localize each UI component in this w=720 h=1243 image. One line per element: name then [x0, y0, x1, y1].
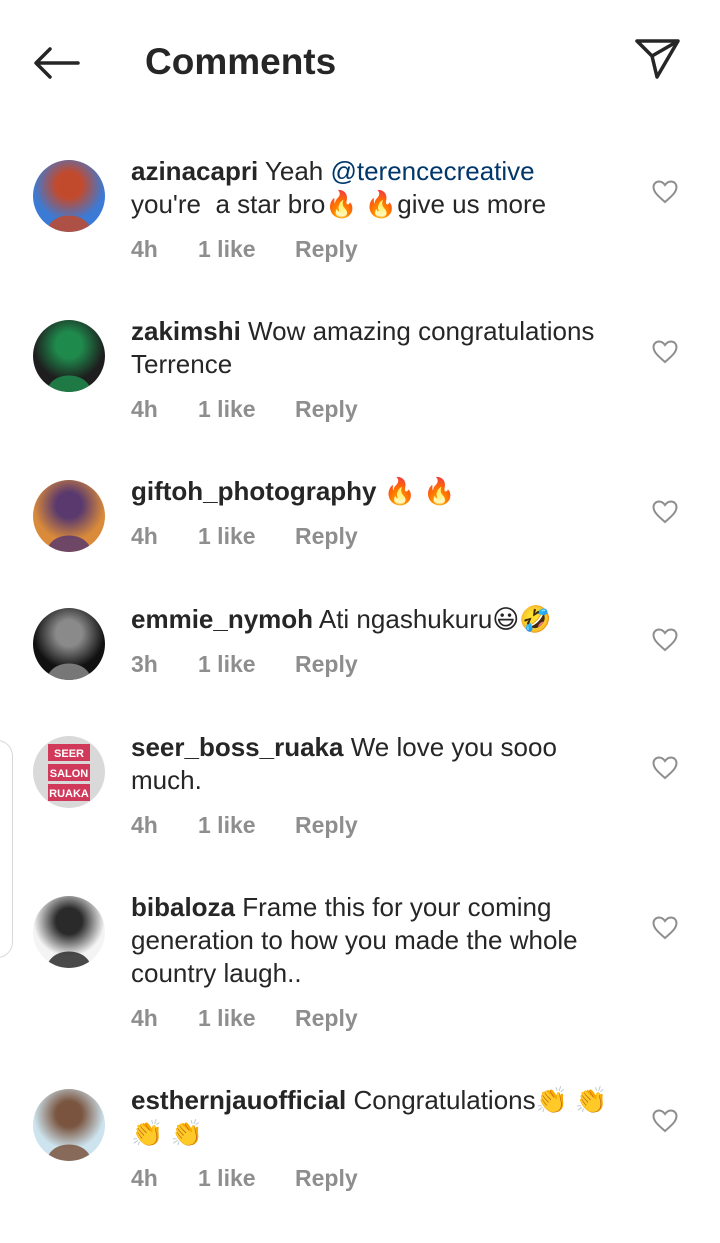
heart-outline-icon	[652, 628, 678, 652]
like-button[interactable]	[648, 623, 682, 657]
comment-username[interactable]: zakimshi	[131, 316, 241, 346]
avatar[interactable]	[33, 160, 105, 232]
comment-body: Yeah	[258, 156, 331, 186]
comment-meta: 4h 1 like Reply	[131, 235, 358, 263]
avatar[interactable]	[33, 896, 105, 968]
comment-meta: 3h 1 like Reply	[131, 650, 358, 678]
comment-username[interactable]: seer_boss_ruaka	[131, 732, 343, 762]
comment-text: esthernjauofficial Congratulations👏 👏 👏 …	[131, 1084, 631, 1150]
comment-timestamp: 4h	[131, 396, 158, 422]
comment-timestamp: 4h	[131, 1005, 158, 1031]
reply-button[interactable]: Reply	[295, 395, 358, 423]
side-card-edge	[0, 740, 13, 958]
comment-username[interactable]: azinacapri	[131, 156, 258, 186]
comment-text: emmie_nymoh Ati ngashukuru😃🤣	[131, 603, 631, 636]
comment-timestamp: 4h	[131, 523, 158, 549]
comment-meta: 4h 1 like Reply	[131, 1004, 358, 1032]
back-button[interactable]	[30, 40, 82, 86]
comment-timestamp: 4h	[131, 812, 158, 838]
avatar-label: RUAKA	[49, 788, 89, 800]
comment-meta: 4h 1 like Reply	[131, 395, 358, 423]
reply-button[interactable]: Reply	[295, 235, 358, 263]
comment-body: 🔥 🔥	[376, 476, 456, 506]
comment-username[interactable]: esthernjauofficial	[131, 1085, 346, 1115]
like-button[interactable]	[648, 495, 682, 529]
avatar-label: SEER	[54, 748, 84, 760]
heart-outline-icon	[652, 916, 678, 940]
reply-button[interactable]: Reply	[295, 650, 358, 678]
avatar[interactable]	[33, 608, 105, 680]
like-button[interactable]	[648, 175, 682, 209]
comment-username[interactable]: giftoh_photography	[131, 476, 377, 506]
comment-meta: 4h 1 like Reply	[131, 1164, 358, 1192]
comment-body: Ati ngashukuru😃🤣	[313, 604, 552, 634]
reply-button[interactable]: Reply	[295, 811, 358, 839]
avatar[interactable]: SEER SALON RUAKA	[33, 736, 105, 808]
share-button[interactable]	[630, 34, 684, 82]
like-count[interactable]: 1 like	[198, 522, 295, 550]
like-count[interactable]: 1 like	[198, 1004, 295, 1032]
comment-timestamp: 3h	[131, 651, 158, 677]
reply-button[interactable]: Reply	[295, 1164, 358, 1192]
like-count[interactable]: 1 like	[198, 811, 295, 839]
comment-text: bibaloza Frame this for your coming gene…	[131, 891, 631, 990]
like-count[interactable]: 1 like	[198, 395, 295, 423]
comment-username[interactable]: emmie_nymoh	[131, 604, 313, 634]
avatar[interactable]	[33, 480, 105, 552]
paper-plane-icon	[635, 39, 680, 79]
page-title: Comments	[145, 41, 337, 82]
comment-text: azinacapri Yeah @terencecreative you're …	[131, 155, 631, 221]
heart-outline-icon	[652, 756, 678, 780]
avatar-label: SALON	[50, 768, 89, 780]
heart-outline-icon	[652, 340, 678, 364]
comment-body-continued: you're a star bro🔥 🔥give us more	[131, 189, 547, 219]
comment-timestamp: 4h	[131, 236, 158, 262]
avatar[interactable]	[33, 1089, 105, 1161]
reply-button[interactable]: Reply	[295, 522, 358, 550]
heart-outline-icon	[652, 1109, 678, 1133]
top-bar: Comments	[0, 0, 720, 124]
comment-username[interactable]: bibaloza	[131, 892, 235, 922]
mention-link[interactable]: @terencecreative	[330, 156, 534, 186]
like-count[interactable]: 1 like	[198, 650, 295, 678]
comment-timestamp: 4h	[131, 1165, 158, 1191]
comment-text: giftoh_photography 🔥 🔥	[131, 475, 631, 508]
like-count[interactable]: 1 like	[198, 235, 295, 263]
arrow-left-icon	[34, 47, 80, 79]
comment-text: zakimshi Wow amazing congratulations Ter…	[131, 315, 631, 381]
like-button[interactable]	[648, 751, 682, 785]
like-button[interactable]	[648, 335, 682, 369]
reply-button[interactable]: Reply	[295, 1004, 358, 1032]
heart-outline-icon	[652, 180, 678, 204]
like-button[interactable]	[648, 1104, 682, 1138]
like-button[interactable]	[648, 911, 682, 945]
heart-outline-icon	[652, 500, 678, 524]
comment-meta: 4h 1 like Reply	[131, 522, 358, 550]
comment-meta: 4h 1 like Reply	[131, 811, 358, 839]
like-count[interactable]: 1 like	[198, 1164, 295, 1192]
avatar[interactable]	[33, 320, 105, 392]
comment-text: seer_boss_ruaka We love you sooo much.	[131, 731, 631, 797]
